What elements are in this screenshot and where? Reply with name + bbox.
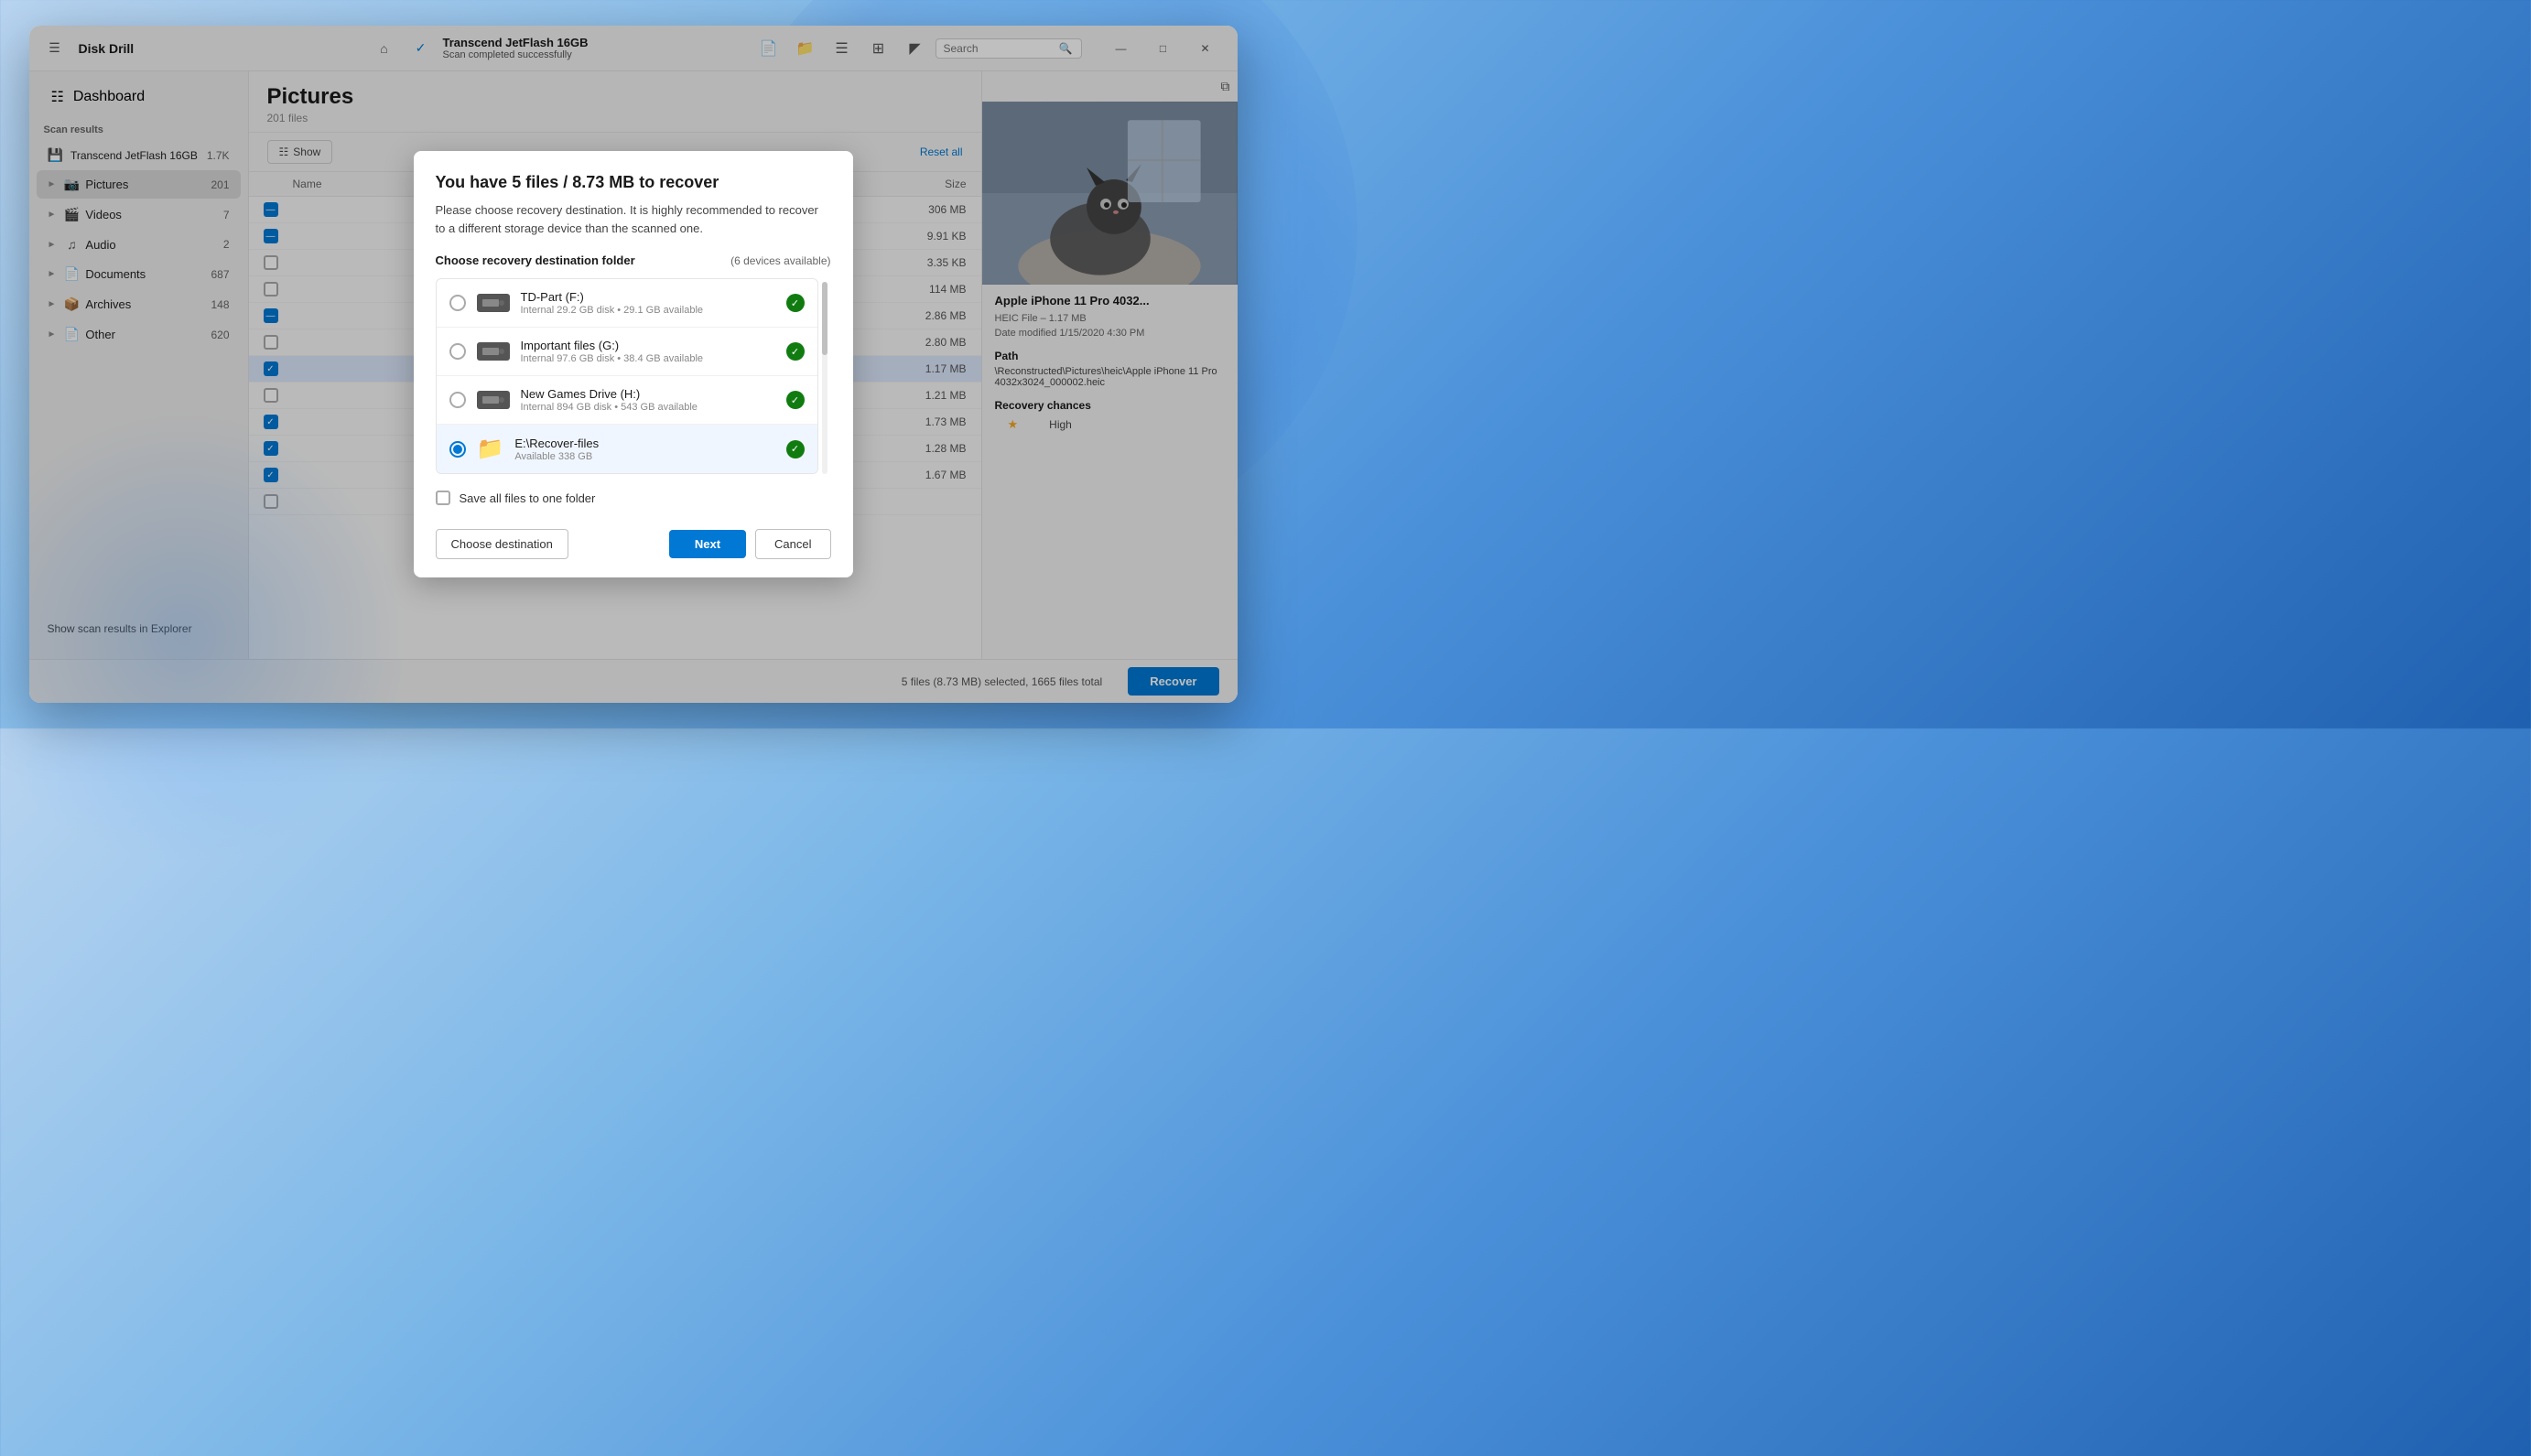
scrollbar-thumb[interactable] — [822, 282, 827, 355]
devices-count: (6 devices available) — [730, 254, 830, 267]
radio-inner — [453, 445, 462, 454]
device-item-recover[interactable]: 📁 E:\Recover-files Available 338 GB ✓ — [437, 425, 817, 473]
recovery-modal: You have 5 files / 8.73 MB to recover Pl… — [414, 151, 853, 577]
modal-save-one-folder: Save all files to one folder — [414, 478, 853, 518]
device-item-tdpart[interactable]: TD-Part (F:) Internal 29.2 GB disk • 29.… — [437, 279, 817, 328]
scrollbar-track[interactable] — [822, 282, 827, 474]
device-info-tdpart: TD-Part (F:) Internal 29.2 GB disk • 29.… — [521, 290, 775, 316]
device-info-important: Important files (G:) Internal 97.6 GB di… — [521, 339, 775, 364]
drive-icon-tdpart — [477, 294, 510, 312]
modal-description: Please choose recovery destination. It i… — [436, 201, 831, 237]
modal-section-header: Choose recovery destination folder (6 de… — [436, 253, 831, 267]
drive-icon-games — [477, 391, 510, 409]
radio-recover[interactable] — [449, 441, 466, 458]
radio-tdpart[interactable] — [449, 295, 466, 311]
device-check-recover: ✓ — [786, 440, 805, 458]
device-name-games: New Games Drive (H:) — [521, 387, 775, 401]
modal-title: You have 5 files / 8.73 MB to recover — [436, 173, 831, 192]
device-list: TD-Part (F:) Internal 29.2 GB disk • 29.… — [436, 278, 818, 474]
device-item-games[interactable]: New Games Drive (H:) Internal 894 GB dis… — [437, 376, 817, 425]
device-detail-recover: Available 338 GB — [514, 451, 774, 462]
modal-footer: Choose destination Next Cancel — [414, 518, 853, 577]
radio-important[interactable] — [449, 343, 466, 360]
device-check-tdpart: ✓ — [786, 294, 805, 312]
modal-body: You have 5 files / 8.73 MB to recover Pl… — [414, 151, 853, 478]
device-info-games: New Games Drive (H:) Internal 894 GB dis… — [521, 387, 775, 413]
device-list-container: TD-Part (F:) Internal 29.2 GB disk • 29.… — [436, 278, 831, 478]
radio-games[interactable] — [449, 392, 466, 408]
device-name-tdpart: TD-Part (F:) — [521, 290, 775, 304]
device-detail-tdpart: Internal 29.2 GB disk • 29.1 GB availabl… — [521, 305, 775, 316]
device-detail-important: Internal 97.6 GB disk • 38.4 GB availabl… — [521, 353, 775, 364]
device-name-important: Important files (G:) — [521, 339, 775, 352]
device-info-recover: E:\Recover-files Available 338 GB — [514, 437, 774, 462]
device-check-important: ✓ — [786, 342, 805, 361]
save-one-folder-checkbox[interactable] — [436, 491, 450, 505]
modal-overlay: You have 5 files / 8.73 MB to recover Pl… — [29, 26, 1238, 703]
modal-section-title: Choose recovery destination folder — [436, 253, 635, 267]
device-check-games: ✓ — [786, 391, 805, 409]
cancel-button[interactable]: Cancel — [755, 529, 830, 559]
drive-icon-important — [477, 342, 510, 361]
folder-icon: 📁 — [477, 436, 504, 462]
next-button[interactable]: Next — [669, 530, 746, 558]
device-item-important[interactable]: Important files (G:) Internal 97.6 GB di… — [437, 328, 817, 376]
app-window: ☰ Disk Drill ⌂ ✓ Transcend JetFlash 16GB… — [29, 26, 1238, 703]
device-detail-games: Internal 894 GB disk • 543 GB available — [521, 402, 775, 413]
device-name-recover: E:\Recover-files — [514, 437, 774, 450]
save-one-folder-label: Save all files to one folder — [460, 491, 596, 505]
choose-destination-button[interactable]: Choose destination — [436, 529, 568, 559]
